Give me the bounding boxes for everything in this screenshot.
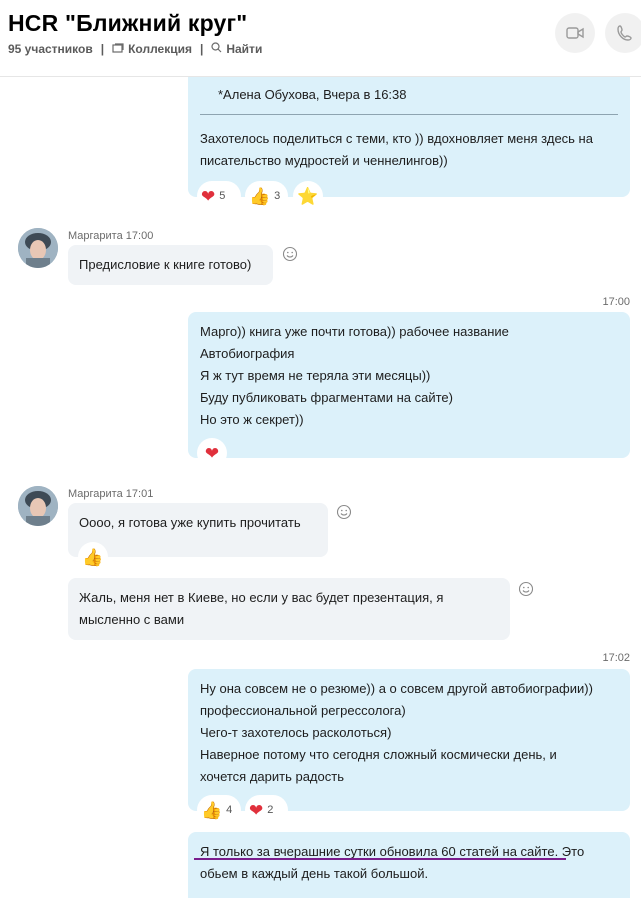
separator: | xyxy=(199,42,204,56)
message-meta: Маргарита 17:01 xyxy=(68,488,153,500)
chat-header: HCR "Ближний круг" 95 участников | Колле… xyxy=(0,0,641,77)
collection-link[interactable]: Коллекция xyxy=(128,42,192,56)
chat-subbar: 95 участников | Коллекция | Найти xyxy=(8,42,262,56)
avatar[interactable] xyxy=(18,228,58,268)
participants-count[interactable]: 95 участников xyxy=(8,42,93,56)
message-line: Марго)) книга уже почти готова)) рабочее… xyxy=(200,324,509,339)
add-reaction-icon[interactable] xyxy=(518,581,534,597)
message-line: обьем в каждый день такой большой. xyxy=(200,866,429,881)
message-time: 17:01 xyxy=(125,488,154,500)
gallery-icon xyxy=(112,42,124,56)
incoming-message[interactable]: Оооо, я готова уже купить прочитать xyxy=(68,503,328,557)
message-line: Чего-т захотелось расколоться) xyxy=(200,725,392,740)
incoming-message[interactable]: Жаль, меня нет в Киеве, но если у вас бу… xyxy=(68,578,510,640)
find-link[interactable]: Найти xyxy=(226,42,262,56)
user-photo-icon xyxy=(18,486,58,526)
heart-icon: ❤ xyxy=(201,186,216,206)
add-reaction-icon[interactable] xyxy=(282,246,298,262)
sender-name: Маргарита xyxy=(68,488,123,500)
video-call-button[interactable] xyxy=(555,13,595,53)
message-line: Но это ж секрет)) xyxy=(200,412,304,427)
message-line: Наверное потому что сегодня сложный косм… xyxy=(200,747,557,762)
separator: | xyxy=(100,42,105,56)
message-line: хочется дарить радость xyxy=(200,769,344,784)
message-time: 17:02 xyxy=(602,652,630,664)
message-line: профессиональной регрессолога) xyxy=(200,703,406,718)
outgoing-message[interactable]: *Алена Обухова, Вчера в 16:38 Захотелось… xyxy=(188,60,630,197)
reaction-thumbs-up[interactable]: 👍 4 xyxy=(197,795,241,825)
audio-call-button[interactable] xyxy=(605,13,641,53)
message-time: 17:00 xyxy=(125,230,154,242)
heart-icon: ❤ xyxy=(249,800,264,820)
message-line: Я ж тут время не теряла эти месяцы)) xyxy=(200,368,431,383)
message-meta: Маргарита 17:00 xyxy=(68,230,153,242)
thumbs-up-icon: 👍 xyxy=(82,547,104,567)
reaction-star[interactable]: ⭐ xyxy=(293,181,323,211)
message-time: 17:00 xyxy=(602,296,630,308)
message-line: Буду публиковать фрагментами на сайте) xyxy=(200,390,453,405)
message-line: Оооо, я готова уже купить прочитать xyxy=(79,515,301,530)
thumbs-up-icon: 👍 xyxy=(201,800,223,820)
sender-name: Маргарита xyxy=(68,230,123,242)
search-icon xyxy=(211,42,222,56)
reaction-thumbs-up[interactable]: 👍 xyxy=(78,542,108,572)
add-reaction-icon[interactable] xyxy=(336,504,352,520)
user-photo-icon xyxy=(18,228,58,268)
outgoing-message[interactable]: Ну она совсем не о резюме)) а о совсем д… xyxy=(188,669,630,811)
message-line: Захотелось поделиться с теми, кто )) вдо… xyxy=(200,131,593,146)
quote-divider xyxy=(200,114,618,115)
incoming-message[interactable]: Предисловие к книге готово) xyxy=(68,245,273,285)
reaction-count: 3 xyxy=(274,190,281,202)
outgoing-message[interactable]: Я только за вчерашние сутки обновила 60 … xyxy=(188,832,630,898)
star-icon: ⭐ xyxy=(297,186,319,206)
video-camera-icon xyxy=(566,27,584,39)
reaction-count: 5 xyxy=(219,190,226,202)
reaction-heart[interactable]: ❤ xyxy=(197,438,227,468)
quote-author: *Алена Обухова, Вчера в 16:38 xyxy=(218,87,407,102)
phone-icon xyxy=(617,25,632,41)
message-line: мысленно с вами xyxy=(79,612,185,627)
message-text: Захотелось поделиться с теми, кто )) вдо… xyxy=(200,128,593,172)
message-line: писательство мудростей и ченнелингов)) xyxy=(200,153,448,168)
message-line: Автобиография xyxy=(200,346,295,361)
reaction-heart[interactable]: ❤ 2 xyxy=(245,795,288,825)
message-line: Предисловие к книге готово) xyxy=(79,257,252,272)
message-line: Жаль, меня нет в Киеве, но если у вас бу… xyxy=(79,590,444,605)
outgoing-message[interactable]: Марго)) книга уже почти готова)) рабочее… xyxy=(188,312,630,458)
reaction-count: 4 xyxy=(226,804,233,816)
heart-icon: ❤ xyxy=(204,443,220,463)
text-highlight-underline xyxy=(194,858,566,860)
message-line: Ну она совсем не о резюме)) а о совсем д… xyxy=(200,681,593,696)
thumbs-up-icon: 👍 xyxy=(249,186,271,206)
chat-title: HCR "Ближний круг" xyxy=(8,10,248,36)
avatar[interactable] xyxy=(18,486,58,526)
reaction-heart[interactable]: ❤ 5 xyxy=(197,181,241,211)
reaction-count: 2 xyxy=(267,804,274,816)
reaction-thumbs-up[interactable]: 👍 3 xyxy=(245,181,288,211)
